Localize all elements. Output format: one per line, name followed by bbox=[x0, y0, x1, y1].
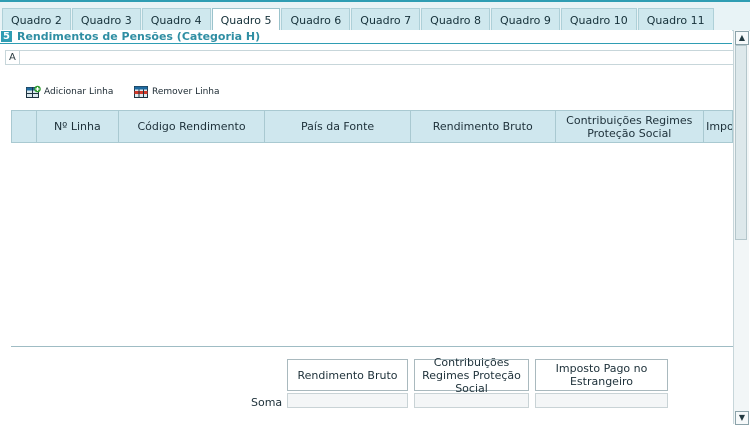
tab-quadro-7[interactable]: Quadro 7 bbox=[351, 8, 421, 30]
column-header-source-country[interactable]: País da Fonte bbox=[265, 111, 411, 142]
remove-row-button[interactable]: Remover Linha bbox=[134, 85, 220, 98]
section-header: 5 Rendimentos de Pensões (Categoria H) bbox=[0, 30, 732, 44]
scrollbar-thumb[interactable] bbox=[735, 45, 747, 240]
tab-bar: Quadro 2 Quadro 3 Quadro 4 Quadro 5 Quad… bbox=[0, 2, 750, 31]
totals-header-social-contributions: Contribuições Regimes Proteção Social bbox=[414, 356, 529, 395]
tab-quadro-5[interactable]: Quadro 5 bbox=[211, 8, 281, 31]
totals-header-foreign-tax: Imposto Pago no Estrangeiro bbox=[535, 359, 668, 391]
arrow-up-icon[interactable]: ▲ bbox=[735, 31, 749, 45]
column-header-social-contributions[interactable]: Contribuições Regimes Proteção Social bbox=[556, 111, 705, 142]
tab-quadro-11[interactable]: Quadro 11 bbox=[637, 8, 714, 30]
add-row-icon bbox=[26, 85, 41, 98]
column-header-select bbox=[12, 111, 37, 142]
tab-quadro-2[interactable]: Quadro 2 bbox=[2, 8, 71, 30]
totals-row-label: Soma bbox=[251, 396, 283, 409]
vertical-scrollbar[interactable]: ▲ ▼ bbox=[733, 30, 749, 425]
remove-row-label: Remover Linha bbox=[152, 86, 220, 97]
add-row-button[interactable]: Adicionar Linha bbox=[26, 85, 113, 98]
section-title: Rendimentos de Pensões (Categoria H) bbox=[17, 30, 261, 43]
total-social-contributions-field bbox=[414, 393, 529, 408]
tab-quadro-3[interactable]: Quadro 3 bbox=[71, 8, 141, 30]
arrow-down-icon[interactable]: ▼ bbox=[735, 411, 749, 425]
totals-separator bbox=[11, 346, 733, 347]
table-header: Nº Linha Código Rendimento País da Fonte… bbox=[11, 110, 733, 143]
tab-quadro-4[interactable]: Quadro 4 bbox=[141, 8, 211, 30]
total-gross-income-field bbox=[287, 393, 408, 408]
tab-quadro-6[interactable]: Quadro 6 bbox=[281, 8, 351, 30]
totals-header-gross-income: Rendimento Bruto bbox=[287, 359, 408, 391]
add-row-label: Adicionar Linha bbox=[44, 86, 114, 97]
section-number-badge: 5 bbox=[1, 31, 12, 42]
column-header-gross-income[interactable]: Rendimento Bruto bbox=[411, 111, 556, 142]
tab-quadro-8[interactable]: Quadro 8 bbox=[421, 8, 491, 30]
tab-quadro-9[interactable]: Quadro 9 bbox=[491, 8, 560, 30]
column-header-line-number[interactable]: Nº Linha bbox=[37, 111, 119, 142]
subsection-divider bbox=[19, 51, 20, 64]
total-foreign-tax-field bbox=[535, 393, 668, 408]
tab-quadro-10[interactable]: Quadro 10 bbox=[560, 8, 637, 30]
remove-row-icon bbox=[134, 85, 148, 98]
subsection-a-bar[interactable]: A bbox=[5, 50, 734, 65]
tab-list: Quadro 2 Quadro 3 Quadro 4 Quadro 5 Quad… bbox=[2, 8, 715, 31]
subsection-label: A bbox=[9, 52, 16, 63]
column-header-foreign-tax[interactable]: Impo bbox=[704, 111, 732, 142]
table-body[interactable] bbox=[11, 143, 733, 346]
column-header-income-code[interactable]: Código Rendimento bbox=[119, 111, 266, 142]
